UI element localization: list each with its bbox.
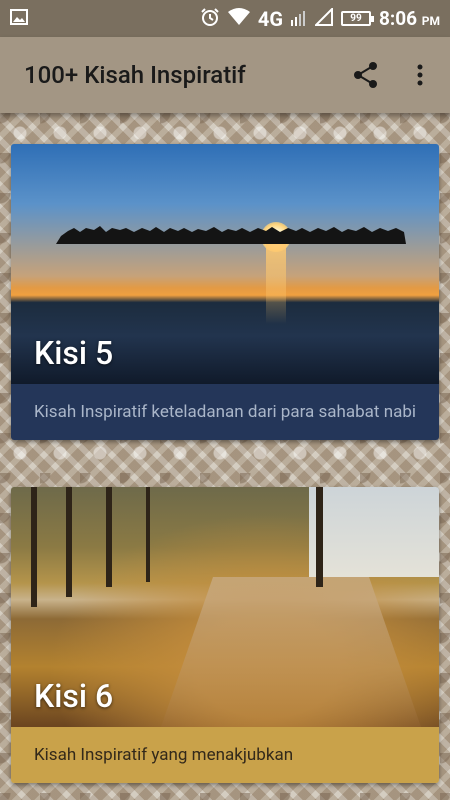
card-title: Kisi 5 <box>34 334 114 372</box>
tree-trunk <box>106 487 112 587</box>
card-image-camels-sunset: Kisi 5 <box>11 144 439 384</box>
leaf-path <box>161 577 421 727</box>
tree-trunk <box>66 487 72 597</box>
story-card-5[interactable]: Kisi 5 Kisah Inspiratif keteladanan dari… <box>11 144 439 440</box>
more-options-button[interactable] <box>406 61 434 89</box>
more-vert-icon <box>417 64 423 86</box>
wifi-icon <box>227 7 250 30</box>
clock: 8:06 PM <box>379 7 440 30</box>
network-type: 4G <box>257 6 283 31</box>
tree-trunk <box>146 487 150 582</box>
card-image-autumn-path: Kisi 6 <box>11 487 439 727</box>
card-description: Kisah Inspiratif yang menakjubkan <box>11 727 439 783</box>
alarm-icon <box>200 7 220 31</box>
clock-ampm: PM <box>421 14 440 28</box>
status-bar: 4G 99 8:06 PM <box>0 0 450 37</box>
sky-patch <box>309 487 439 577</box>
app-bar: 100+ Kisah Inspiratif <box>0 37 450 113</box>
gallery-notification-icon <box>10 8 28 30</box>
share-button[interactable] <box>352 61 380 89</box>
card-title: Kisi 6 <box>34 677 114 715</box>
clock-time: 8:06 <box>378 7 418 30</box>
tree-trunk <box>316 487 323 587</box>
card-description: Kisah Inspiratif keteladanan dari para s… <box>11 384 439 440</box>
signal-empty-icon <box>313 6 333 30</box>
share-icon <box>354 62 377 88</box>
battery-indicator: 99 <box>340 11 374 26</box>
tree-trunk <box>31 487 37 607</box>
camel-caravan-silhouette <box>56 226 406 244</box>
app-title: 100+ Kisah Inspiratif <box>24 61 246 89</box>
sun-reflection <box>266 244 286 324</box>
signal-icon <box>290 8 307 30</box>
story-card-6[interactable]: Kisi 6 Kisah Inspiratif yang menakjubkan <box>11 487 439 783</box>
